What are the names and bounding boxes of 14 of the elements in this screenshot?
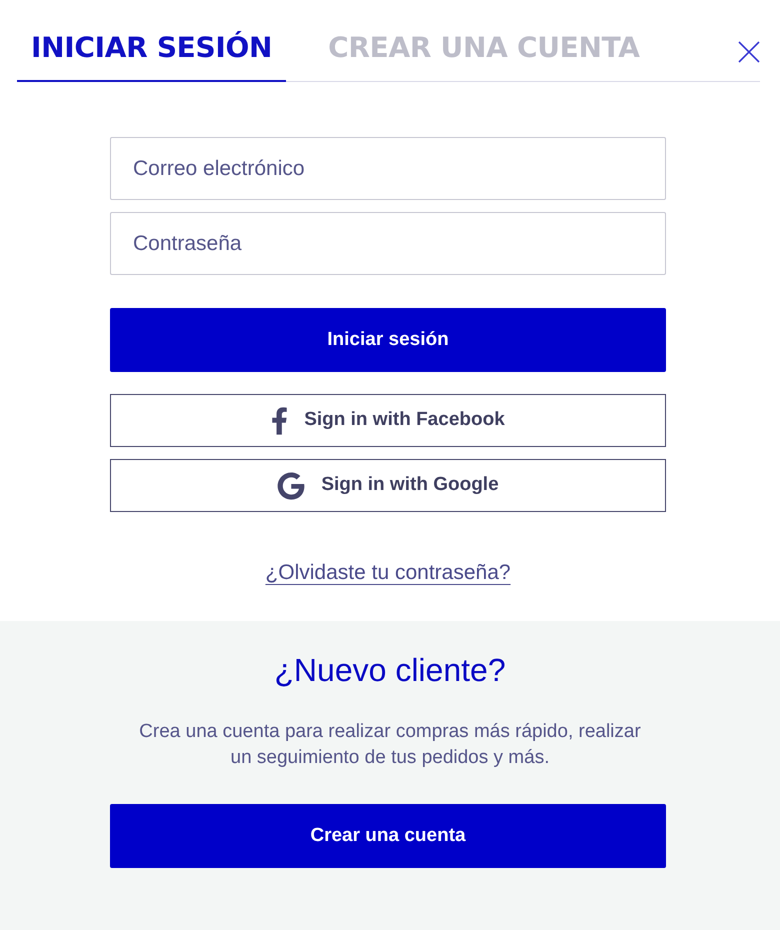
- input-field[interactable]: Contraseña: [110, 212, 666, 275]
- google-icon: [277, 472, 306, 500]
- facebook-icon: [271, 406, 288, 436]
- create-account-button[interactable]: Crear una cuenta: [110, 804, 666, 868]
- new-customer-title: ¿Nuevo cliente?: [274, 651, 506, 689]
- tab[interactable]: INICIAR SESIÓN: [17, 16, 286, 82]
- new-customer-description: Crea una cuenta para realizar compras más rápido, realizar un seguimiento de tus pedidos y más.: [138, 720, 642, 770]
- forgot-password-link[interactable]: ¿Olvidaste tu contraseña?: [265, 560, 511, 586]
- facebook-sign-in-button[interactable]: Sign in with Facebook: [110, 394, 666, 447]
- google-sign-in-button[interactable]: Sign in with Google: [110, 459, 666, 512]
- close-icon: [738, 40, 760, 62]
- close-button[interactable]: [738, 40, 760, 62]
- login-button[interactable]: Iniciar sesión: [110, 308, 666, 372]
- input-field[interactable]: Correo electrónico: [110, 137, 666, 200]
